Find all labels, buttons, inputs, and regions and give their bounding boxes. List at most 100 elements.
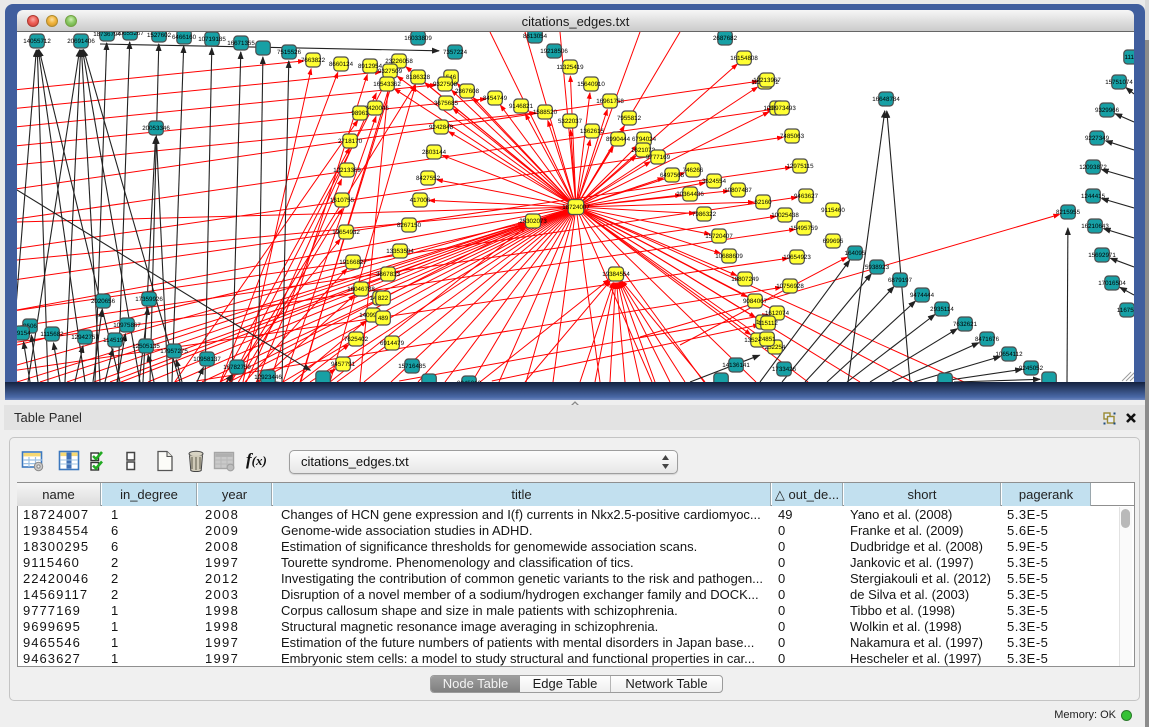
svg-text:9245052: 9245052	[1019, 365, 1044, 372]
svg-text:19654932: 19654932	[332, 229, 360, 236]
svg-text:12942757: 12942757	[71, 334, 99, 341]
svg-text:9227349: 9227349	[1085, 135, 1110, 142]
svg-text:10958137: 10958137	[193, 356, 221, 363]
svg-text:18724007: 18724007	[562, 204, 590, 211]
svg-text:9463627: 9463627	[794, 193, 819, 200]
svg-text:699695: 699695	[823, 238, 844, 245]
svg-text:9245012: 9245012	[457, 380, 482, 382]
svg-text:2718170: 2718170	[338, 138, 363, 145]
svg-text:9329966: 9329966	[1095, 107, 1120, 114]
svg-text:9457791: 9457791	[331, 361, 356, 368]
svg-text:19654923: 19654923	[783, 254, 811, 261]
svg-text:16961758: 16961758	[596, 98, 624, 105]
svg-text:8660124: 8660124	[329, 61, 354, 68]
svg-text:10756928: 10756928	[776, 283, 804, 290]
svg-text:2803144: 2803144	[422, 149, 447, 156]
svg-text:9327508: 9327508	[433, 81, 458, 88]
svg-text:16671355: 16671355	[227, 40, 255, 47]
svg-text:19384554: 19384554	[602, 271, 630, 278]
svg-text:13353594: 13353594	[386, 248, 414, 255]
svg-text:164095: 164095	[845, 250, 866, 257]
svg-text:9146821: 9146821	[509, 103, 534, 110]
svg-text:1244415: 1244415	[1081, 193, 1106, 200]
svg-text:11325419: 11325419	[556, 64, 584, 71]
svg-text:5938923: 5938923	[865, 264, 890, 271]
svg-text:10688609: 10688609	[715, 253, 743, 260]
svg-text:7986322: 7986322	[692, 211, 717, 218]
svg-text:62160: 62160	[754, 199, 772, 206]
svg-text:9115460: 9115460	[821, 207, 845, 214]
svg-text:822: 822	[378, 295, 389, 302]
svg-text:10655267: 10655267	[116, 32, 144, 37]
svg-text:9242848: 9242848	[429, 124, 454, 131]
svg-text:16154808: 16154808	[730, 55, 758, 62]
svg-text:12975115: 12975115	[786, 163, 814, 170]
svg-text:3624554: 3624554	[702, 178, 727, 185]
svg-text:16210643: 16210643	[1081, 223, 1109, 230]
svg-text:9777169: 9777169	[646, 154, 671, 161]
svg-text:9084067: 9084067	[743, 298, 768, 305]
svg-text:15720407: 15720407	[705, 233, 733, 240]
svg-text:16046788: 16046788	[347, 286, 375, 293]
svg-text:8215955: 8215955	[1056, 209, 1081, 216]
svg-text:8427552: 8427552	[416, 175, 441, 182]
svg-text:2687682: 2687682	[713, 35, 738, 42]
svg-text:1362615: 1362615	[580, 128, 605, 135]
svg-text:15640910: 15640910	[577, 81, 605, 88]
svg-text:7357224: 7357224	[443, 49, 468, 56]
svg-text:2020656: 2020656	[91, 298, 116, 305]
svg-text:14055712: 14055712	[23, 38, 51, 45]
svg-text:8267150: 8267150	[397, 222, 422, 229]
svg-text:16543362: 16543362	[373, 81, 401, 88]
svg-text:8471676: 8471676	[975, 336, 1000, 343]
svg-text:417006: 417006	[410, 197, 431, 204]
svg-text:10807487: 10807487	[724, 187, 752, 194]
svg-text:7663822: 7663822	[301, 57, 326, 64]
svg-text:9474444: 9474444	[910, 292, 935, 299]
svg-text:3675685: 3675685	[434, 100, 459, 107]
svg-text:115112: 115112	[758, 320, 778, 327]
svg-text:16033809: 16033809	[404, 35, 432, 42]
svg-text:2867608: 2867608	[455, 88, 480, 95]
svg-text:8912954: 8912954	[358, 63, 383, 70]
svg-text:6914479: 6914479	[380, 340, 405, 347]
svg-text:1588520: 1588520	[533, 109, 558, 116]
svg-text:746266: 746266	[683, 167, 704, 174]
svg-text:15751074: 15751074	[1105, 79, 1133, 86]
svg-text:20691406: 20691406	[67, 38, 95, 45]
svg-text:10654112: 10654112	[995, 351, 1023, 358]
svg-text:6794024: 6794024	[632, 136, 657, 143]
svg-text:19166827: 19166827	[339, 259, 367, 266]
svg-text:12505135: 12505135	[132, 343, 160, 350]
svg-text:8186328: 8186328	[406, 74, 431, 81]
svg-text:2935114: 2935114	[930, 306, 954, 313]
svg-text:17957275: 17957275	[160, 348, 188, 355]
svg-text:10025438: 10025438	[771, 212, 799, 219]
svg-text:16648784: 16648784	[872, 96, 900, 103]
svg-text:18807249: 18807249	[731, 276, 759, 283]
svg-text:19218506: 19218506	[540, 48, 568, 55]
svg-text:7485063: 7485063	[780, 133, 805, 140]
svg-text:5322037: 5322037	[558, 118, 583, 125]
svg-text:10975867: 10975867	[113, 322, 141, 329]
svg-text:7625402: 7625402	[344, 336, 369, 343]
svg-text:1610755: 1610755	[330, 197, 355, 204]
svg-text:20053346: 20053346	[142, 125, 170, 132]
svg-text:1115682: 1115682	[40, 331, 64, 338]
svg-text:15495759: 15495759	[790, 225, 818, 232]
svg-text:1117: 1117	[1125, 54, 1134, 61]
svg-text:20364436: 20364436	[676, 191, 704, 198]
svg-text:17016504: 17016504	[1098, 280, 1126, 287]
svg-text:3867833: 3867833	[376, 271, 401, 278]
svg-text:489: 489	[378, 315, 389, 322]
svg-text:15716485: 15716485	[398, 363, 426, 370]
svg-text:12213369: 12213369	[333, 167, 361, 174]
svg-text:7515526: 7515526	[277, 49, 302, 56]
svg-text:15692971: 15692971	[1088, 252, 1116, 259]
svg-text:7955812: 7955812	[617, 115, 642, 122]
svg-text:12923446: 12923446	[254, 374, 282, 381]
svg-text:14136141: 14136141	[722, 362, 750, 369]
svg-text:10719185: 10719185	[198, 36, 226, 43]
svg-text:98961: 98961	[351, 110, 369, 117]
svg-text:39154: 39154	[17, 330, 31, 337]
